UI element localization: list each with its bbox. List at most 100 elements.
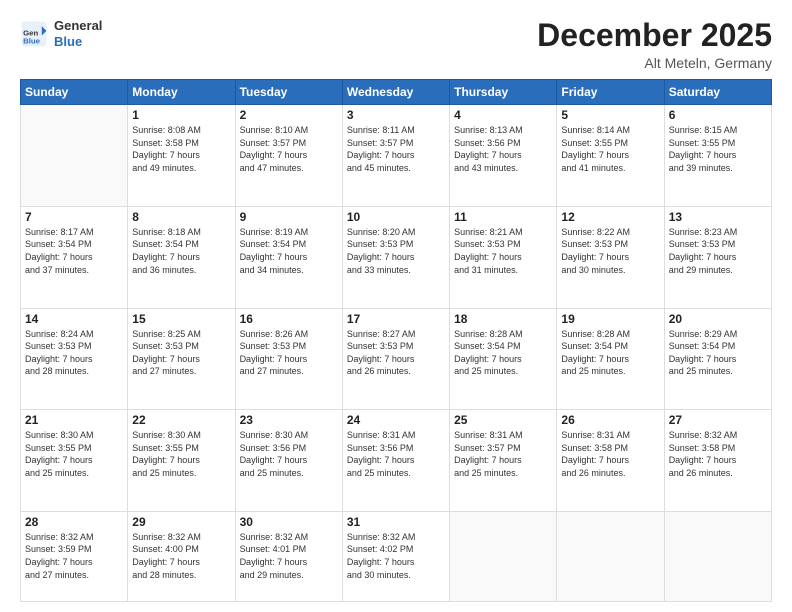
table-row: 22Sunrise: 8:30 AMSunset: 3:55 PMDayligh… (128, 410, 235, 512)
day-number: 30 (240, 515, 338, 529)
day-info: Sunrise: 8:22 AMSunset: 3:53 PMDaylight:… (561, 226, 659, 276)
table-row: 3 Sunrise: 8:11 AMSunset: 3:57 PMDaylight… (342, 105, 449, 207)
col-monday: Monday (128, 80, 235, 105)
table-row (450, 511, 557, 601)
day-number: 6 (669, 108, 767, 122)
day-number: 16 (240, 312, 338, 326)
day-number: 29 (132, 515, 230, 529)
day-number: 1 (132, 108, 230, 122)
location: Alt Meteln, Germany (537, 55, 772, 71)
day-number: 12 (561, 210, 659, 224)
table-row: 23 Sunrise: 8:30 AMSunset: 3:56 PMDayligh… (235, 410, 342, 512)
day-info: Sunrise: 8:31 AMSunset: 3:58 PMDaylight:… (561, 429, 659, 479)
day-number: 27 (669, 413, 767, 427)
table-row: 2 Sunrise: 8:10 AMSunset: 3:57 PMDaylight… (235, 105, 342, 207)
table-row (664, 511, 771, 601)
table-row: 19 Sunrise: 8:28 AMSunset: 3:54 PMDayligh… (557, 308, 664, 410)
table-row: 5Sunrise: 8:14 AMSunset: 3:55 PMDaylight… (557, 105, 664, 207)
day-info: Sunrise: 8:26 AMSunset: 3:53 PMDaylight:… (240, 328, 338, 378)
header: Gen Blue General Blue December 2025 Alt … (20, 18, 772, 71)
day-info: Sunrise: 8:18 AMSunset: 3:54 PMDaylight:… (132, 226, 230, 276)
day-info: Sunrise: 8:11 AMSunset: 3:57 PMDaylight:… (347, 124, 445, 174)
day-info: Sunrise: 8:29 AMSunset: 3:54 PMDaylight:… (669, 328, 767, 378)
table-row: 8 Sunrise: 8:18 AMSunset: 3:54 PMDaylight… (128, 206, 235, 308)
day-number: 19 (561, 312, 659, 326)
table-row: 31 Sunrise: 8:32 AMSunset: 4:02 PMDayligh… (342, 511, 449, 601)
table-row: 13 Sunrise: 8:23 AMSunset: 3:53 PMDayligh… (664, 206, 771, 308)
col-thursday: Thursday (450, 80, 557, 105)
day-number: 7 (25, 210, 123, 224)
day-number: 11 (454, 210, 552, 224)
table-row: 9 Sunrise: 8:19 AMSunset: 3:54 PMDaylight… (235, 206, 342, 308)
table-row: 21Sunrise: 8:30 AMSunset: 3:55 PMDayligh… (21, 410, 128, 512)
table-row: 24 Sunrise: 8:31 AMSunset: 3:56 PMDayligh… (342, 410, 449, 512)
table-row: 11 Sunrise: 8:21 AMSunset: 3:53 PMDayligh… (450, 206, 557, 308)
day-info: Sunrise: 8:23 AMSunset: 3:53 PMDaylight:… (669, 226, 767, 276)
day-info: Sunrise: 8:32 AMSunset: 4:01 PMDaylight:… (240, 531, 338, 581)
day-number: 23 (240, 413, 338, 427)
calendar-header-row: Sunday Monday Tuesday Wednesday Thursday… (21, 80, 772, 105)
table-row: 15Sunrise: 8:25 AMSunset: 3:53 PMDayligh… (128, 308, 235, 410)
day-number: 26 (561, 413, 659, 427)
table-row: 29 Sunrise: 8:32 AMSunset: 4:00 PMDayligh… (128, 511, 235, 601)
page: Gen Blue General Blue December 2025 Alt … (0, 0, 792, 612)
col-friday: Friday (557, 80, 664, 105)
table-row: 10 Sunrise: 8:20 AMSunset: 3:53 PMDayligh… (342, 206, 449, 308)
day-info: Sunrise: 8:32 AMSunset: 4:00 PMDaylight:… (132, 531, 230, 581)
day-info: Sunrise: 8:30 AMSunset: 3:56 PMDaylight:… (240, 429, 338, 479)
day-info: Sunrise: 8:32 AMSunset: 4:02 PMDaylight:… (347, 531, 445, 581)
col-tuesday: Tuesday (235, 80, 342, 105)
day-number: 13 (669, 210, 767, 224)
title-section: December 2025 Alt Meteln, Germany (537, 18, 772, 71)
day-info: Sunrise: 8:32 AMSunset: 3:59 PMDaylight:… (25, 531, 123, 581)
col-sunday: Sunday (21, 80, 128, 105)
day-info: Sunrise: 8:31 AMSunset: 3:56 PMDaylight:… (347, 429, 445, 479)
day-number: 24 (347, 413, 445, 427)
table-row: 27 Sunrise: 8:32 AMSunset: 3:58 PMDayligh… (664, 410, 771, 512)
day-number: 21 (25, 413, 123, 427)
day-number: 14 (25, 312, 123, 326)
svg-text:Blue: Blue (23, 36, 41, 45)
day-number: 10 (347, 210, 445, 224)
table-row: 17Sunrise: 8:27 AMSunset: 3:53 PMDayligh… (342, 308, 449, 410)
day-info: Sunrise: 8:13 AMSunset: 3:56 PMDaylight:… (454, 124, 552, 174)
logo-blue: Blue (54, 34, 102, 50)
day-number: 9 (240, 210, 338, 224)
day-info: Sunrise: 8:32 AMSunset: 3:58 PMDaylight:… (669, 429, 767, 479)
day-number: 3 (347, 108, 445, 122)
day-number: 31 (347, 515, 445, 529)
day-number: 2 (240, 108, 338, 122)
logo-icon: Gen Blue (20, 20, 48, 48)
table-row: 12 Sunrise: 8:22 AMSunset: 3:53 PMDayligh… (557, 206, 664, 308)
table-row (557, 511, 664, 601)
table-row: 20 Sunrise: 8:29 AMSunset: 3:54 PMDayligh… (664, 308, 771, 410)
table-row (21, 105, 128, 207)
table-row: 18Sunrise: 8:28 AMSunset: 3:54 PMDayligh… (450, 308, 557, 410)
col-saturday: Saturday (664, 80, 771, 105)
day-number: 4 (454, 108, 552, 122)
table-row: 6Sunrise: 8:15 AMSunset: 3:55 PMDaylight… (664, 105, 771, 207)
table-row: 16 Sunrise: 8:26 AMSunset: 3:53 PMDayligh… (235, 308, 342, 410)
day-info: Sunrise: 8:31 AMSunset: 3:57 PMDaylight:… (454, 429, 552, 479)
day-number: 18 (454, 312, 552, 326)
day-info: Sunrise: 8:28 AMSunset: 3:54 PMDaylight:… (561, 328, 659, 378)
day-number: 5 (561, 108, 659, 122)
day-info: Sunrise: 8:20 AMSunset: 3:53 PMDaylight:… (347, 226, 445, 276)
table-row: 28Sunrise: 8:32 AMSunset: 3:59 PMDayligh… (21, 511, 128, 601)
calendar-table: Sunday Monday Tuesday Wednesday Thursday… (20, 79, 772, 602)
day-info: Sunrise: 8:21 AMSunset: 3:53 PMDaylight:… (454, 226, 552, 276)
day-number: 8 (132, 210, 230, 224)
table-row: 25 Sunrise: 8:31 AMSunset: 3:57 PMDayligh… (450, 410, 557, 512)
logo: Gen Blue General Blue (20, 18, 102, 49)
day-info: Sunrise: 8:24 AMSunset: 3:53 PMDaylight:… (25, 328, 123, 378)
col-wednesday: Wednesday (342, 80, 449, 105)
day-info: Sunrise: 8:10 AMSunset: 3:57 PMDaylight:… (240, 124, 338, 174)
table-row: 4 Sunrise: 8:13 AMSunset: 3:56 PMDaylight… (450, 105, 557, 207)
table-row: 30 Sunrise: 8:32 AMSunset: 4:01 PMDayligh… (235, 511, 342, 601)
logo-text: General Blue (54, 18, 102, 49)
day-info: Sunrise: 8:25 AMSunset: 3:53 PMDaylight:… (132, 328, 230, 378)
day-number: 25 (454, 413, 552, 427)
day-info: Sunrise: 8:17 AMSunset: 3:54 PMDaylight:… (25, 226, 123, 276)
day-number: 20 (669, 312, 767, 326)
day-info: Sunrise: 8:19 AMSunset: 3:54 PMDaylight:… (240, 226, 338, 276)
